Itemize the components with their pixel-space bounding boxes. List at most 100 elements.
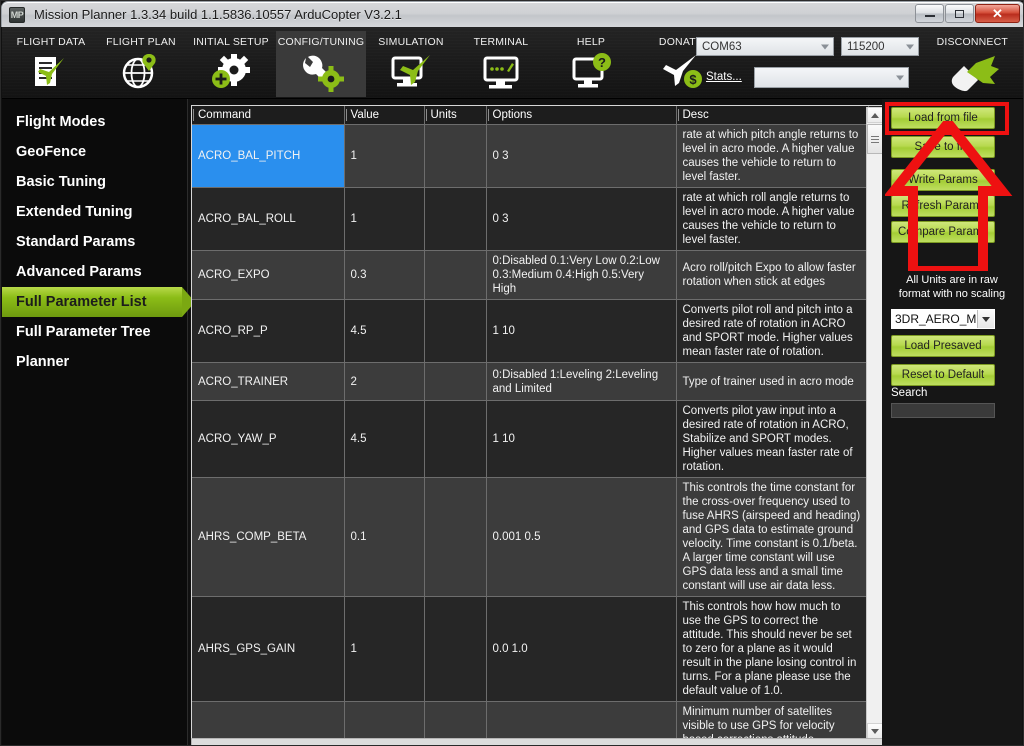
table-row[interactable]: AHRS_GPS_MINSATS 6 0 10 Minimum number o… [192,701,869,738]
scrollbar-thumb[interactable] [867,124,883,154]
cell-command[interactable]: AHRS_GPS_GAIN [192,596,345,702]
cell-value[interactable]: 1 [344,124,425,188]
chevron-down-icon[interactable] [977,310,994,328]
column-header-command[interactable]: Command [192,106,345,125]
tab-terminal[interactable]: TERMINAL [456,31,546,97]
scroll-down-button[interactable] [867,723,883,738]
cell-units[interactable] [424,701,487,738]
com-port-select[interactable]: COM63 [696,37,834,56]
cell-options[interactable]: 0.0 1.0 [486,596,677,702]
refresh-params-button[interactable]: Refresh Params [891,195,995,217]
cell-desc: Type of trainer used in acro mode [676,362,869,401]
table-row[interactable]: ACRO_TRAINER 2 0:Disabled 1:Leveling 2:L… [192,362,869,401]
cell-value[interactable]: 0.3 [344,250,425,300]
minimize-button[interactable] [915,4,944,23]
cell-options[interactable]: 0 3 [486,187,677,251]
save-to-file-button[interactable]: Save to file [891,136,995,158]
tab-initial-setup[interactable]: INITIAL SETUP [186,31,276,97]
tab-flight-data[interactable]: FLIGHT DATA [6,31,96,97]
sidebar-item-advanced-params[interactable]: Advanced Params [2,257,187,287]
sidebar-item-geofence[interactable]: GeoFence [2,137,187,167]
chevron-down-icon [821,44,829,49]
sidebar-item-label: Advanced Params [16,264,142,280]
link-select[interactable] [754,67,909,88]
cell-options[interactable]: 0:Disabled 1:Leveling 2:Leveling and Lim… [486,362,677,401]
presaved-file-value: 3DR_AERO_M.p [895,312,987,326]
cell-units[interactable] [424,250,487,300]
cell-options[interactable]: 1 10 [486,299,677,363]
cell-command[interactable]: ACRO_YAW_P [192,400,345,478]
scroll-up-button[interactable] [867,107,883,123]
cell-options[interactable]: 0:Disabled 0.1:Very Low 0.2:Low 0.3:Medi… [486,250,677,300]
cell-command[interactable]: ACRO_RP_P [192,299,345,363]
sidebar-item-planner[interactable]: Planner [2,347,187,377]
cell-value[interactable]: 4.5 [344,400,425,478]
cell-value[interactable]: 6 [344,701,425,738]
tab-config-tuning[interactable]: CONFIG/TUNING [276,31,366,97]
table-row[interactable]: ACRO_RP_P 4.5 1 10 Converts pilot roll a… [192,299,869,363]
sidebar-item-full-parameter-tree[interactable]: Full Parameter Tree [2,317,187,347]
table-row[interactable]: ACRO_YAW_P 4.5 1 10 Converts pilot yaw i… [192,400,869,478]
column-header-options[interactable]: Options [486,106,677,125]
sidebar-item-full-parameter-list[interactable]: Full Parameter List [2,287,195,317]
cell-value[interactable]: 1 [344,187,425,251]
tab-help[interactable]: HELP ? [546,31,636,97]
table-row[interactable]: AHRS_GPS_GAIN 1 0.0 1.0 This controls ho… [192,596,869,702]
cell-value[interactable]: 1 [344,596,425,702]
close-button[interactable]: ✕ [975,4,1020,23]
parameter-grid[interactable]: Command Value Units Options Desc ACRO_BA… [191,105,884,739]
reset-to-default-button[interactable]: Reset to Default [891,364,995,386]
tab-label: HELP [576,36,606,48]
table-row[interactable]: ACRO_BAL_ROLL 1 0 3 rate at which roll a… [192,187,869,251]
cell-units[interactable] [424,477,487,597]
load-from-file-button[interactable]: Load from file [891,107,995,129]
cell-command[interactable]: ACRO_TRAINER [192,362,345,401]
grid-vertical-scrollbar[interactable] [866,107,883,738]
stats-link[interactable]: Stats... [706,71,742,83]
tab-simulation[interactable]: SIMULATION [366,31,456,97]
cell-units[interactable] [424,187,487,251]
cell-units[interactable] [424,362,487,401]
cell-options[interactable]: 0.001 0.5 [486,477,677,597]
cell-command[interactable]: ACRO_BAL_PITCH [192,124,345,188]
compare-params-button[interactable]: Compare Params [891,221,995,243]
search-input[interactable] [891,403,995,418]
sidebar-item-standard-params[interactable]: Standard Params [2,227,187,257]
monitor-terminal-icon [473,50,529,94]
plug-icon[interactable] [950,53,1006,95]
cell-value[interactable]: 4.5 [344,299,425,363]
sidebar-item-label: Extended Tuning [16,204,133,220]
table-row[interactable]: AHRS_COMP_BETA 0.1 0.001 0.5 This contro… [192,477,869,597]
maximize-button[interactable] [945,4,974,23]
cell-options[interactable]: 0 10 [486,701,677,738]
window-controls: ✕ [915,4,1020,23]
cell-value[interactable]: 2 [344,362,425,401]
presaved-file-select[interactable]: 3DR_AERO_M.p [891,309,995,329]
cell-units[interactable] [424,596,487,702]
tab-label: TERMINAL [473,36,529,48]
load-presaved-button[interactable]: Load Presaved [891,335,995,357]
sidebar-item-flight-modes[interactable]: Flight Modes [2,107,187,137]
cell-units[interactable] [424,400,487,478]
cell-command[interactable]: ACRO_BAL_ROLL [192,187,345,251]
grid-horizontal-scrollbar[interactable] [191,738,884,745]
baud-rate-select[interactable]: 115200 [841,37,919,56]
parameter-actions-panel: Load from file Save to file Write Params… [882,99,1022,745]
tab-flight-plan[interactable]: FLIGHT PLAN [96,31,186,97]
table-row[interactable]: ACRO_EXPO 0.3 0:Disabled 0.1:Very Low 0.… [192,250,869,300]
write-params-button[interactable]: Write Params [891,169,995,191]
cell-options[interactable]: 0 3 [486,124,677,188]
cell-units[interactable] [424,124,487,188]
cell-options[interactable]: 1 10 [486,400,677,478]
cell-units[interactable] [424,299,487,363]
column-header-desc[interactable]: Desc [676,106,869,125]
cell-command[interactable]: AHRS_GPS_MINSATS [192,701,345,738]
cell-command[interactable]: ACRO_EXPO [192,250,345,300]
sidebar-item-basic-tuning[interactable]: Basic Tuning [2,167,187,197]
sidebar-item-extended-tuning[interactable]: Extended Tuning [2,197,187,227]
cell-value[interactable]: 0.1 [344,477,425,597]
column-header-units[interactable]: Units [424,106,487,125]
cell-command[interactable]: AHRS_COMP_BETA [192,477,345,597]
table-row[interactable]: ACRO_BAL_PITCH 1 0 3 rate at which pitch… [192,124,869,188]
column-header-value[interactable]: Value [344,106,425,125]
